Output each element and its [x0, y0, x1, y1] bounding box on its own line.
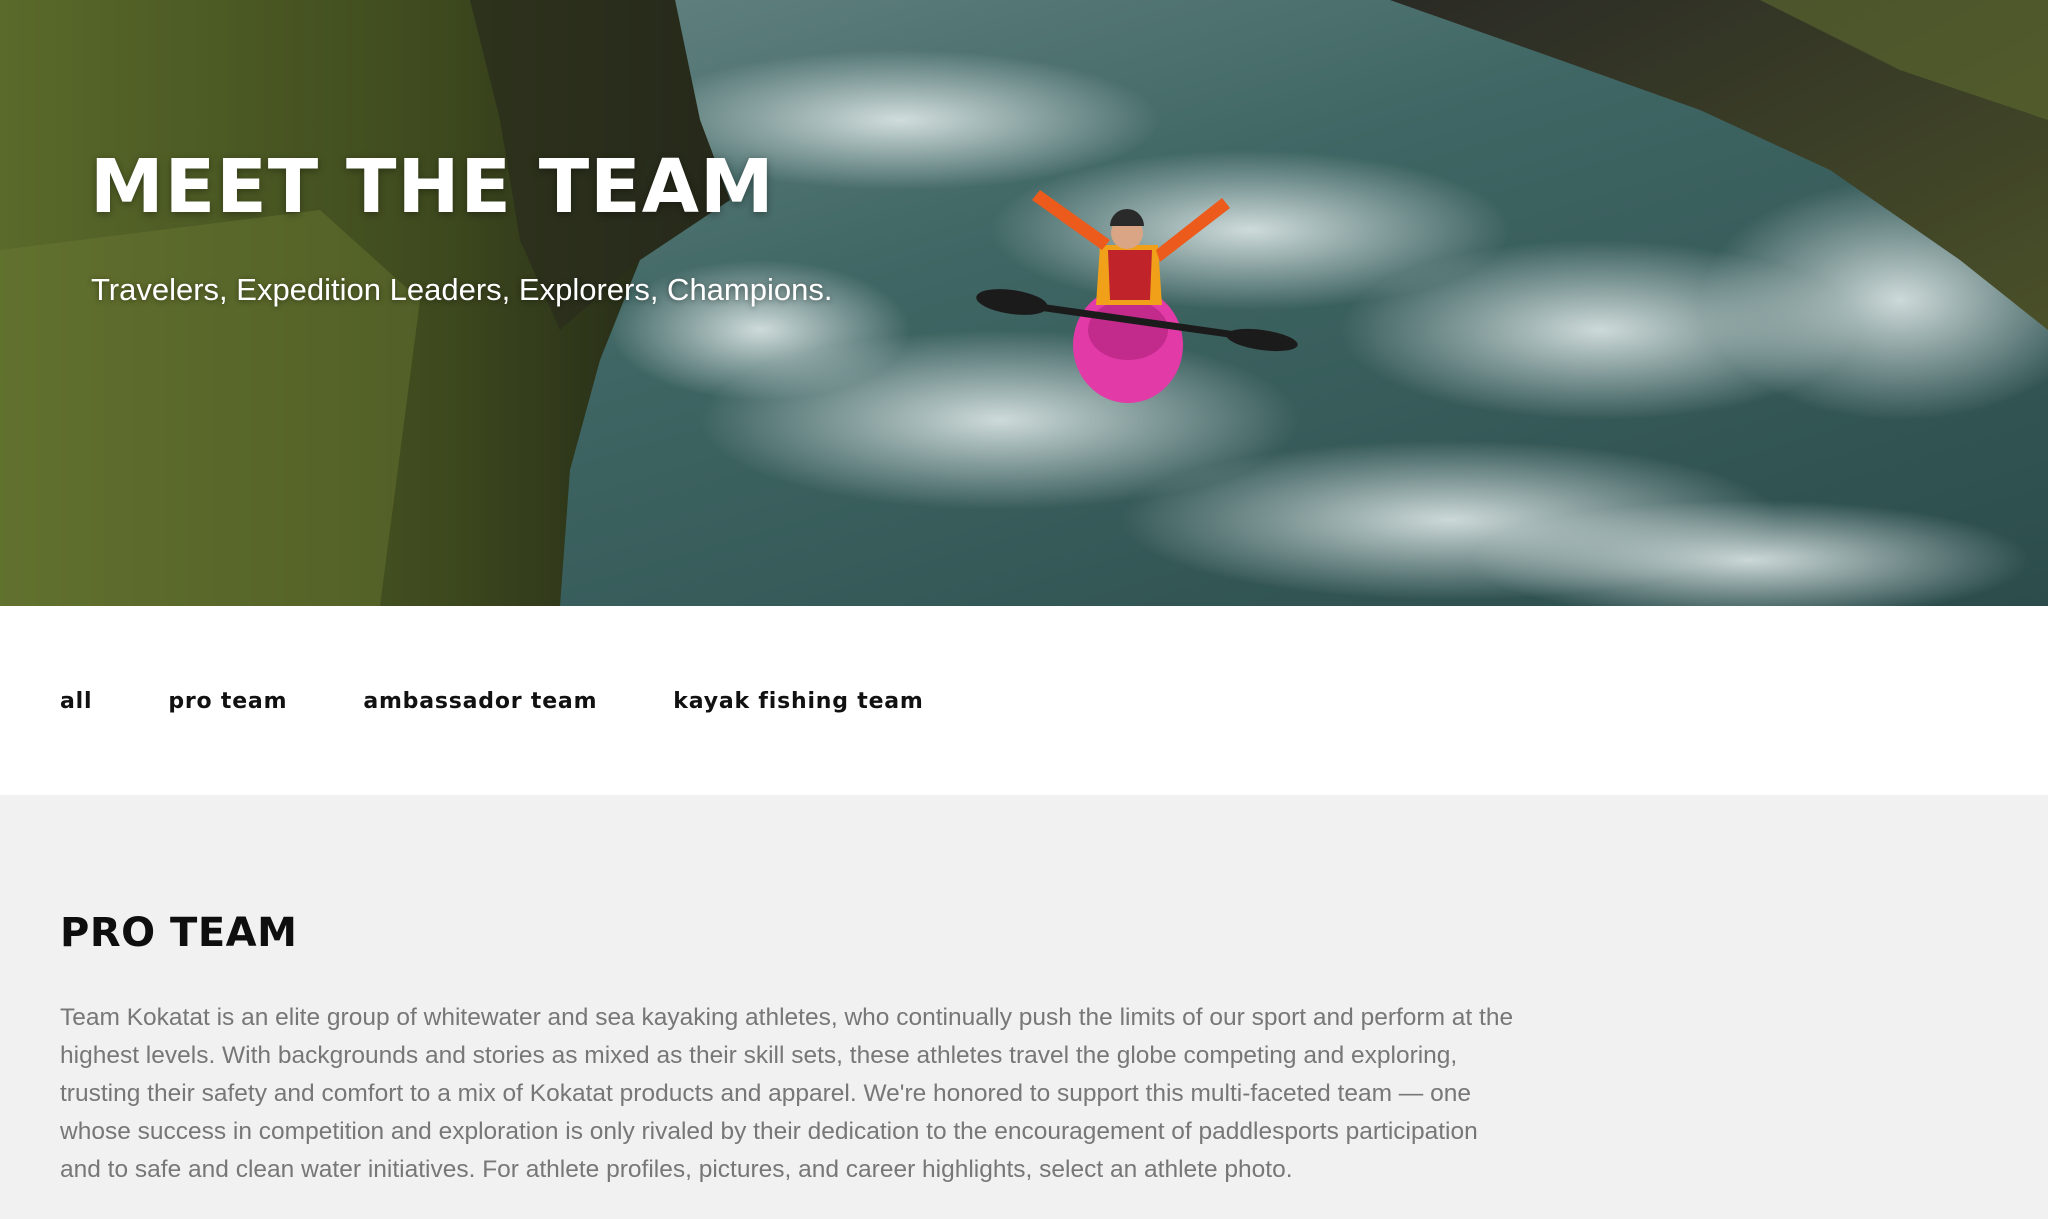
page-subtitle: Travelers, Expedition Leaders, Explorers… [91, 272, 833, 307]
pro-team-section: PRO TEAM Team Kokatat is an elite group … [0, 795, 2048, 1189]
section-title: PRO TEAM [60, 910, 298, 956]
filter-tab-kayak-fishing-team[interactable]: kayak fishing team [673, 689, 923, 714]
hero-banner: MEET THE TEAM Travelers, Expedition Lead… [0, 0, 2048, 606]
filter-tab-ambassador-team[interactable]: ambassador team [363, 689, 597, 714]
filter-tab-all[interactable]: all [60, 689, 92, 714]
section-description: Team Kokatat is an elite group of whitew… [60, 1004, 1514, 1183]
team-filter-tabs: all pro team ambassador team kayak fishi… [0, 606, 2048, 795]
page-title: MEET THE TEAM [90, 144, 775, 230]
filter-tab-pro-team[interactable]: pro team [168, 689, 287, 714]
